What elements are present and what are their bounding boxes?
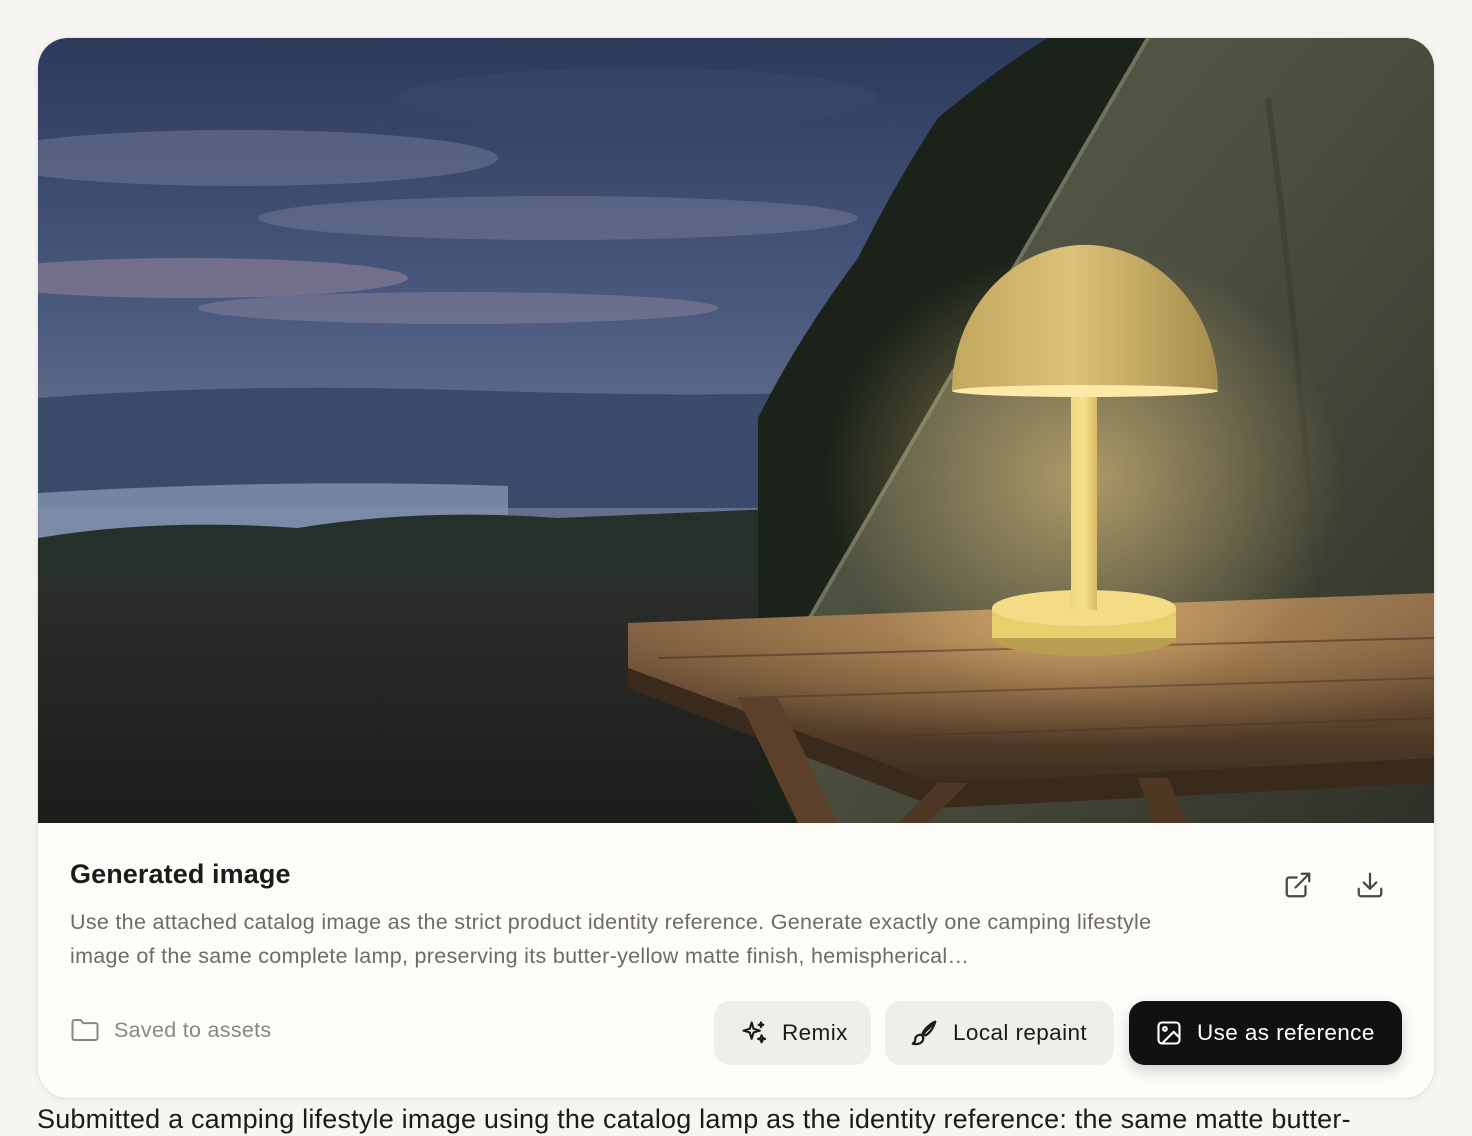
external-link-icon	[1285, 872, 1311, 898]
folder-icon	[71, 1019, 99, 1041]
generated-image-card: Generated image Use the attached catalog…	[38, 38, 1434, 1098]
saved-status: Saved to assets	[70, 1017, 271, 1043]
local-repaint-label: Local repaint	[953, 1020, 1088, 1045]
remix-label: Remix	[782, 1020, 848, 1045]
local-repaint-button[interactable]: Local repaint	[885, 1001, 1114, 1065]
use-as-reference-button[interactable]: Use as reference	[1129, 1001, 1402, 1065]
remix-button[interactable]: Remix	[714, 1001, 871, 1065]
sparkles-icon	[742, 1021, 767, 1044]
paintbrush-icon	[911, 1020, 937, 1046]
assistant-message-text: Submitted a camping lifestyle image usin…	[37, 1104, 1351, 1134]
image-info-panel: Generated image Use the attached catalog…	[38, 823, 1434, 1098]
download-icon	[1357, 872, 1383, 898]
generated-image[interactable]	[38, 38, 1434, 823]
download-button[interactable]	[1352, 867, 1388, 903]
prompt-description: Use the attached catalog image as the st…	[70, 910, 1152, 968]
open-external-button[interactable]	[1280, 867, 1316, 903]
image-icon	[1157, 1021, 1181, 1045]
use-as-reference-label: Use as reference	[1197, 1020, 1375, 1045]
card-title: Generated image	[70, 859, 291, 889]
saved-label: Saved to assets	[114, 1017, 272, 1042]
